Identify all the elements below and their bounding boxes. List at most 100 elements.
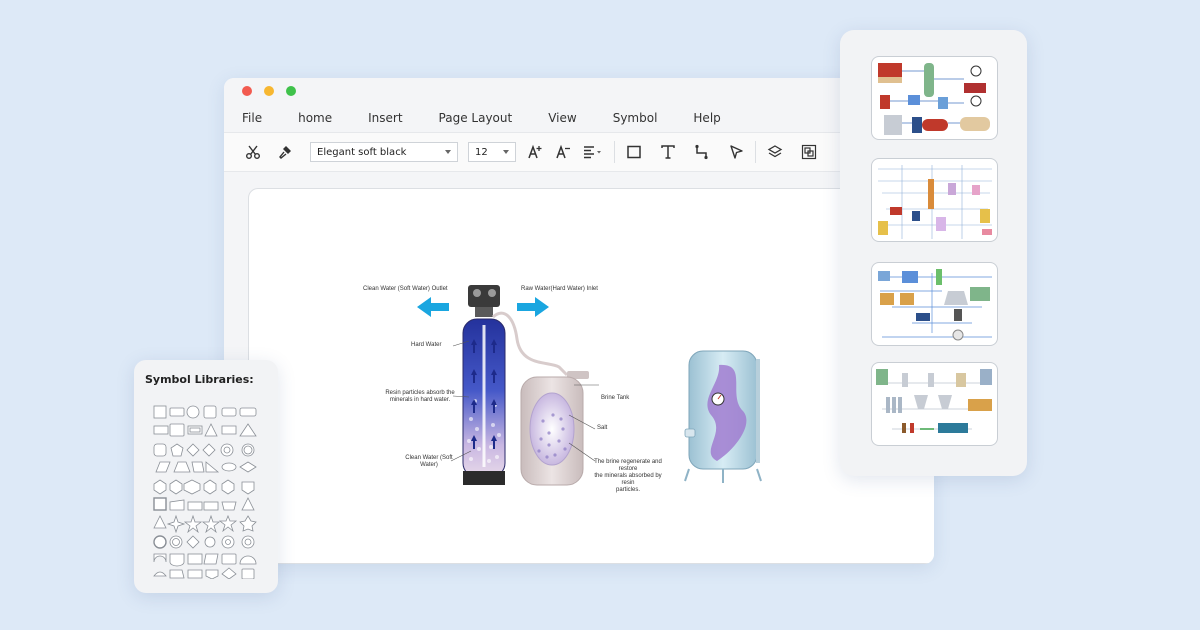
label-brine-tank: Brine Tank [601, 395, 630, 401]
editor-window: File home Insert Page Layout View Symbol… [224, 78, 934, 564]
shape-triangle-icon [239, 423, 257, 437]
shape-triangle-icon [241, 497, 255, 511]
process-diagram-icon [878, 63, 990, 135]
label-resin: Resin particles absorb the minerals in h… [385, 390, 455, 404]
format-painter-icon[interactable] [274, 141, 296, 163]
shape-rect-icon [187, 569, 203, 579]
drawing-page[interactable]: Clean Water (Soft Water) Outlet Raw Wate… [248, 188, 934, 564]
template-thumbnail-1[interactable] [871, 56, 998, 140]
menu-bar: File home Insert Page Layout View Symbol… [224, 104, 934, 132]
symbol-library-title: Symbol Libraries: [145, 373, 254, 386]
canvas-area[interactable]: Clean Water (Soft Water) Outlet Raw Wate… [224, 172, 934, 564]
close-window-button[interactable] [242, 86, 252, 96]
shape-rect-icon [221, 553, 237, 565]
shape-square-icon [153, 497, 167, 511]
shape-star-icon [201, 514, 221, 534]
menu-insert[interactable]: Insert [368, 111, 402, 125]
template-thumbnail-2[interactable] [871, 158, 998, 242]
template-thumbnail-4[interactable] [871, 362, 998, 446]
font-size-select[interactable]: 12 [468, 142, 516, 162]
title-bar [224, 78, 934, 104]
shape-shield-icon [241, 481, 255, 495]
label-salt: Salt [597, 425, 608, 431]
font-shrink-icon[interactable] [552, 141, 574, 163]
shape-ellipse-icon [221, 462, 237, 472]
inlet-arrow [517, 297, 549, 317]
menu-file[interactable]: File [242, 111, 262, 125]
label-hard-water: Hard Water [411, 342, 442, 348]
label-brine-line-2: the minerals absorbed by resin [594, 473, 662, 486]
toolbar: Elegant soft black 12 [224, 132, 934, 172]
shape-rect-icon [203, 501, 219, 511]
shape-diamond-icon [186, 443, 200, 457]
shape-trapezoid-icon [221, 501, 237, 511]
shape-diamond-icon [239, 461, 257, 473]
shape-hexagon-icon [221, 479, 235, 495]
chevron-down-icon [503, 150, 509, 154]
label-clean-water-line-1: Clean Water (Soft [405, 455, 453, 461]
minimize-window-button[interactable] [264, 86, 274, 96]
shape-diamond-icon [186, 535, 200, 549]
toolbar-separator [755, 141, 756, 163]
group-icon[interactable] [798, 141, 820, 163]
shape-cloud-icon [153, 571, 167, 577]
shape-delay-icon [153, 553, 167, 563]
shape-square-icon [153, 405, 167, 419]
shape-rectangle-icon [169, 407, 185, 417]
shape-star-icon [183, 514, 203, 534]
label-clean-water-line-2: Water) [420, 462, 438, 468]
font-size-value: 12 [475, 146, 488, 158]
menu-page-layout[interactable]: Page Layout [439, 111, 513, 125]
pressure-tank [684, 350, 762, 483]
shape-right-triangle-icon [205, 461, 220, 473]
shape-rounded-square-icon [153, 443, 167, 457]
menu-home[interactable]: home [298, 111, 332, 125]
label-resin-line-1: Resin particles absorb the [385, 390, 455, 396]
cut-icon[interactable] [242, 141, 264, 163]
maximize-window-button[interactable] [286, 86, 296, 96]
shape-diamond-icon [221, 567, 237, 579]
shape-triangle-icon [204, 423, 218, 437]
font-family-select[interactable]: Elegant soft black [310, 142, 458, 162]
shape-parallelogram-icon [155, 461, 171, 473]
menu-view[interactable]: View [548, 111, 576, 125]
process-diagram-icon [878, 165, 992, 239]
label-clean-water: Clean Water (Soft Water) [403, 455, 455, 469]
template-thumbnail-3[interactable] [871, 262, 998, 346]
process-diagram-icon [878, 269, 992, 341]
shape-shield-icon [205, 569, 219, 579]
connector-icon[interactable] [691, 141, 713, 163]
process-diagram-icon [876, 369, 992, 433]
shape-ring-icon [153, 535, 167, 549]
resin-tank [462, 318, 506, 485]
shape-diamond-icon [202, 443, 216, 457]
menu-symbol[interactable]: Symbol [613, 111, 658, 125]
menu-help[interactable]: Help [693, 111, 720, 125]
text-icon[interactable] [657, 141, 679, 163]
chevron-down-icon [445, 150, 451, 154]
shape-circle-icon [204, 536, 216, 548]
shape-rect-icon [187, 501, 203, 511]
align-icon[interactable] [580, 141, 606, 163]
toolbar-separator [614, 141, 615, 163]
label-raw-water-inlet: Raw Water(Hard Water) Inlet [521, 286, 598, 292]
shape-hexagon-icon [169, 479, 183, 495]
font-family-value: Elegant soft black [317, 146, 407, 158]
shape-circle-icon [186, 405, 200, 419]
shape-manual-input-icon [169, 499, 185, 511]
shape-card-icon [169, 569, 185, 579]
shape-document-icon [169, 553, 185, 567]
font-grow-icon[interactable] [524, 141, 546, 163]
shape-hexagon-icon [203, 479, 217, 495]
outlet-arrow [417, 297, 449, 317]
pointer-icon[interactable] [725, 141, 747, 163]
shape-rounded-square-icon [203, 405, 217, 419]
water-softener-diagram [417, 285, 762, 486]
brine-tank [520, 371, 589, 486]
layers-icon[interactable] [764, 141, 786, 163]
label-brine-line-3: particles. [615, 487, 640, 493]
rectangle-icon[interactable] [623, 141, 645, 163]
shape-hexagon-icon [153, 479, 167, 495]
symbol-grid[interactable] [152, 404, 262, 579]
shape-star-icon [218, 514, 238, 533]
